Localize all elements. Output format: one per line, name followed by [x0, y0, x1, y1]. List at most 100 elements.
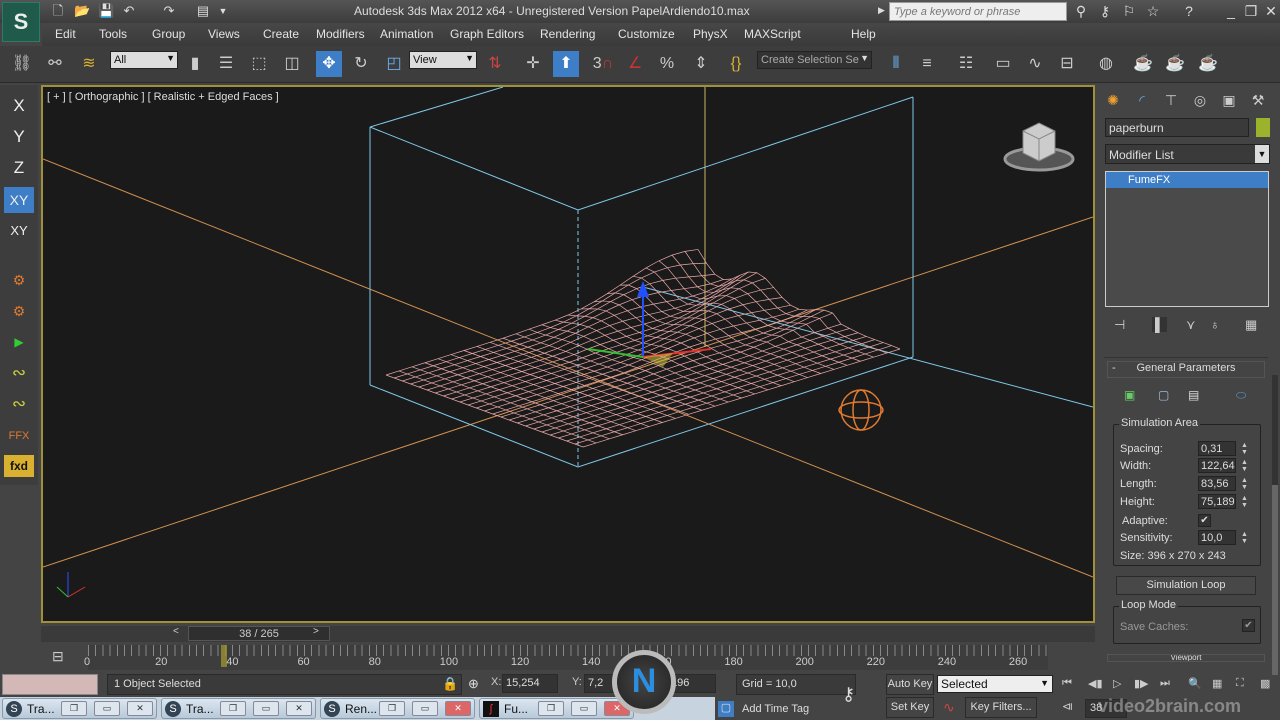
image-icon[interactable]: ▣: [1124, 388, 1135, 402]
save-icon[interactable]: 💾: [98, 3, 114, 19]
grid-box-icon[interactable]: ▢: [1158, 388, 1169, 402]
satellite-icon[interactable]: ⚐: [1120, 3, 1138, 20]
modifier-list-dropdown[interactable]: Modifier List ▼: [1105, 144, 1270, 164]
help-icon[interactable]: ?: [1180, 3, 1198, 19]
zoom-all-icon[interactable]: ▦: [1212, 677, 1222, 690]
scene-explorer-icon[interactable]: ▭: [990, 51, 1016, 77]
play-icon[interactable]: ▶: [4, 329, 34, 355]
edit-named-selection-icon[interactable]: {}: [723, 51, 749, 77]
material-editor-icon[interactable]: ◍: [1093, 51, 1119, 77]
make-unique-icon[interactable]: ⋎: [1186, 317, 1196, 333]
maximize-icon[interactable]: ▭: [571, 701, 597, 716]
time-tag-area[interactable]: ▢ Add Time Tag: [715, 699, 880, 719]
close-icon[interactable]: ✕: [1262, 3, 1280, 20]
close-icon[interactable]: ✕: [127, 701, 153, 716]
configure-modifier-sets-icon[interactable]: ▦: [1245, 317, 1257, 333]
default-tangents-icon[interactable]: ∿: [943, 699, 955, 716]
key-icon[interactable]: ⚷: [1096, 3, 1114, 20]
menu-views[interactable]: Views: [208, 27, 240, 41]
menu-customize[interactable]: Customize: [618, 27, 675, 41]
menu-maxscript[interactable]: MAXScript: [744, 27, 801, 41]
snaps-toggle-icon[interactable]: 3∩: [590, 51, 616, 77]
width-input[interactable]: 122,64: [1198, 458, 1236, 473]
zoom-extents-icon[interactable]: ⛶: [1236, 677, 1244, 690]
angle-snap-icon[interactable]: ∠: [622, 51, 648, 77]
align-icon[interactable]: ≡: [914, 51, 940, 77]
task-window-1[interactable]: S Tra... ❐ ▭ ✕: [2, 698, 157, 719]
menu-help[interactable]: Help: [851, 27, 876, 41]
adaptive-checkbox[interactable]: ✔: [1198, 514, 1211, 527]
task-window-fumefx[interactable]: ʃ Fu... ❐ ▭ ✕: [479, 698, 634, 719]
maximize-icon[interactable]: ▭: [94, 701, 120, 716]
height-input[interactable]: 75,189: [1198, 494, 1236, 509]
time-slider-thumb[interactable]: 38 / 265: [188, 626, 330, 641]
menu-rendering[interactable]: Rendering: [540, 27, 595, 41]
time-configuration-icon[interactable]: ⧏: [1062, 700, 1073, 713]
object-name-input[interactable]: paperburn: [1105, 118, 1249, 137]
mini-curve-editor-icon[interactable]: ⊟: [52, 648, 64, 665]
maximize-icon[interactable]: ▭: [253, 701, 279, 716]
menu-tools[interactable]: Tools: [99, 27, 127, 41]
keyboard-shortcut-override-icon[interactable]: ⬆: [553, 51, 579, 77]
selection-lock-icon[interactable]: 🔒: [442, 676, 458, 692]
height-spinner[interactable]: ▲ ▼: [1241, 495, 1248, 509]
motion-tab-icon[interactable]: ◎: [1187, 89, 1213, 111]
constraint-y-button[interactable]: Y: [4, 124, 34, 150]
menu-physx[interactable]: PhysX: [693, 27, 728, 41]
simulation-loop-button[interactable]: Simulation Loop: [1116, 576, 1256, 595]
rendered-frame-window-icon[interactable]: ☕: [1162, 51, 1188, 77]
save-caches-checkbox[interactable]: ✔: [1242, 619, 1255, 632]
close-icon[interactable]: ✕: [445, 701, 471, 716]
select-move-icon[interactable]: ✥: [316, 51, 342, 77]
task-window-render[interactable]: S Ren... ❐ ▭ ✕: [320, 698, 475, 719]
pin-stack-icon[interactable]: ⊣: [1114, 317, 1125, 333]
key-filters-button[interactable]: Key Filters...: [965, 697, 1037, 718]
link-oval-icon[interactable]: ⬭: [1236, 388, 1246, 403]
select-by-name-icon[interactable]: ☰: [213, 51, 239, 77]
width-spinner[interactable]: ▲ ▼: [1241, 459, 1248, 473]
named-selection-sets-input[interactable]: Create Selection Se ▼: [757, 51, 872, 69]
schematic-view-icon[interactable]: ⊟: [1054, 51, 1080, 77]
application-button[interactable]: S: [2, 2, 40, 42]
close-icon[interactable]: ✕: [286, 701, 312, 716]
length-input[interactable]: 83,56: [1198, 476, 1236, 491]
hierarchy-tab-icon[interactable]: ⊤: [1158, 89, 1184, 111]
restore-icon[interactable]: ❐: [220, 701, 246, 716]
x-coordinate-input[interactable]: 15,254: [502, 674, 558, 693]
fumefx-source-icon[interactable]: ⚙: [4, 298, 34, 324]
play-animation-icon[interactable]: ▷: [1113, 677, 1121, 690]
search-expand-icon[interactable]: ▶: [878, 5, 885, 16]
menu-animation[interactable]: Animation: [380, 27, 433, 41]
track-bar[interactable]: 020406080100120140160180200220240260: [84, 645, 1048, 670]
render-production-icon[interactable]: ☕: [1195, 51, 1221, 77]
open-file-icon[interactable]: 📂: [74, 3, 90, 19]
window-crossing-icon[interactable]: ◫: [279, 51, 305, 77]
pivot-center-icon[interactable]: ⇅: [482, 51, 508, 77]
favorites-star-icon[interactable]: ☆: [1144, 3, 1162, 20]
select-rotate-icon[interactable]: ↻: [348, 51, 374, 77]
menu-modifiers[interactable]: Modifiers: [316, 27, 365, 41]
menu-edit[interactable]: Edit: [55, 27, 76, 41]
spinner-snap-icon[interactable]: ⇕: [688, 51, 714, 77]
redo-icon[interactable]: ↷: [161, 3, 177, 19]
command-panel-scrollbar[interactable]: [1272, 375, 1278, 675]
go-to-start-icon[interactable]: ⏮: [1062, 677, 1072, 690]
previous-frame-icon[interactable]: <: [173, 626, 185, 637]
viewcube-icon[interactable]: [1003, 121, 1075, 173]
sensitivity-spinner[interactable]: ▲ ▼: [1241, 531, 1248, 545]
restore-icon[interactable]: ❐: [61, 701, 87, 716]
viewport-rollout-header[interactable]: Viewport: [1107, 654, 1265, 662]
go-to-end-icon[interactable]: ⏭: [1160, 677, 1170, 690]
maxscript-listener-mini[interactable]: [2, 674, 98, 695]
constraint-x-button[interactable]: X: [4, 93, 34, 119]
quick-access-dropdown-icon[interactable]: ▼: [215, 3, 231, 19]
next-key-icon[interactable]: ▮▶: [1134, 677, 1149, 690]
create-tab-icon[interactable]: ✺: [1100, 89, 1126, 111]
bind-space-warp-icon[interactable]: ≋: [76, 51, 102, 77]
fumefx-grid-icon[interactable]: ⚙: [4, 267, 34, 293]
binoculars-icon[interactable]: ⚲: [1072, 3, 1090, 20]
remove-modifier-icon[interactable]: ♁: [1210, 317, 1220, 332]
time-slider[interactable]: < 38 / 265 >: [41, 626, 1095, 642]
select-object-icon[interactable]: ▮: [182, 51, 208, 77]
menu-create[interactable]: Create: [263, 27, 299, 41]
